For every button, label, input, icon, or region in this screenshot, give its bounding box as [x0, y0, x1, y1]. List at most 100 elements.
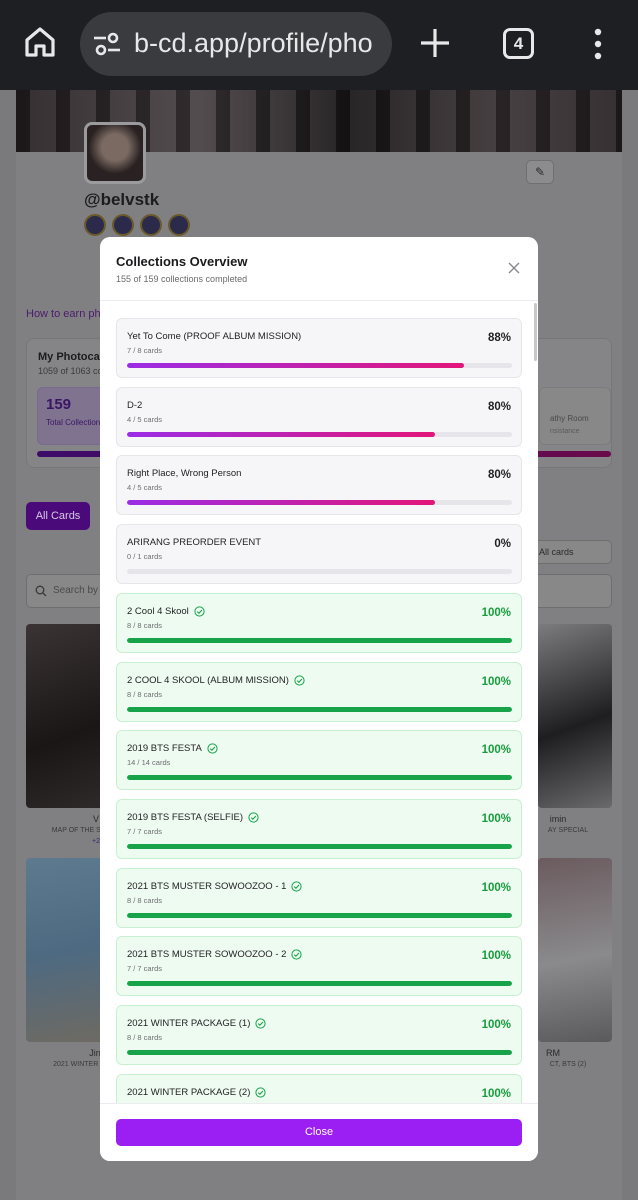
badge-icon[interactable]: [168, 214, 190, 236]
modal-header: Collections Overview 155 of 159 collecti…: [100, 237, 538, 301]
collection-progress-track: [127, 637, 512, 643]
collection-progress-fill: [127, 706, 512, 712]
badge-icon[interactable]: [140, 214, 162, 236]
collection-item[interactable]: ARIRANG PREORDER EVENT 0 / 1 cards 0%: [116, 524, 522, 585]
more-menu-icon[interactable]: [588, 26, 608, 62]
collection-name-text: 2021 BTS MUSTER SOWOOZOO - 1: [127, 880, 287, 892]
collection-percent: 100%: [481, 675, 511, 688]
collection-percent: 80%: [487, 469, 511, 482]
new-tab-icon[interactable]: [418, 26, 452, 60]
collection-item[interactable]: D-2 4 / 5 cards 80%: [116, 386, 522, 447]
tab-switcher-button[interactable]: 4: [503, 28, 534, 59]
collection-name-text: Right Place, Wrong Person: [127, 468, 242, 480]
collection-name: 2 Cool 4 Skool: [127, 606, 205, 617]
collection-percent: 100%: [481, 881, 511, 894]
collection-percent: 100%: [481, 812, 511, 825]
collection-card-count: 7 / 7 cards: [127, 826, 163, 836]
earn-photocards-link[interactable]: How to earn pho: [26, 308, 107, 320]
card-album: AY SPECIAL: [547, 827, 589, 834]
collection-item[interactable]: Right Place, Wrong Person 4 / 5 cards 80%: [116, 455, 522, 516]
modal-subtitle: 155 of 159 collections completed: [116, 274, 248, 284]
username: @belvstk: [84, 190, 160, 209]
collection-card-count: 4 / 5 cards: [127, 414, 163, 424]
all-cards-tab[interactable]: All Cards: [26, 502, 90, 530]
photocard-tile[interactable]: [26, 624, 106, 808]
address-bar[interactable]: b-cd.app/profile/pho: [80, 12, 392, 76]
collection-name: 2019 BTS FESTA (SELFIE): [127, 812, 259, 823]
collection-progress-track: [127, 1050, 512, 1055]
photocard-tile[interactable]: [538, 858, 612, 1042]
url-text[interactable]: b-cd.app/profile/pho: [134, 26, 384, 60]
check-circle-icon: [255, 1018, 266, 1029]
home-icon[interactable]: [22, 24, 58, 60]
avatar[interactable]: [84, 122, 146, 184]
collection-name: ARIRANG PREORDER EVENT: [127, 537, 261, 548]
total-collections-label: Total Collection: [46, 418, 101, 427]
collection-name: 2021 WINTER PACKAGE (2): [127, 1087, 266, 1098]
collection-progress-fill: [127, 1050, 512, 1055]
collection-percent: 100%: [481, 1019, 511, 1031]
collection-name: 2021 BTS MUSTER SOWOOZOO - 1: [127, 880, 303, 892]
collection-progress-track: [127, 569, 512, 575]
collection-progress-fill: [127, 981, 512, 987]
collection-item[interactable]: 2021 WINTER PACKAGE (2)8 / 8 cards100%: [116, 1073, 522, 1103]
collection-item[interactable]: 2019 BTS FESTA 14 / 14 cards 100%: [116, 730, 522, 791]
collection-item[interactable]: Yet To Come (PROOF ALBUM MISSION) 7 / 8 c…: [116, 318, 522, 378]
room-box-title: athy Room: [550, 414, 589, 423]
collection-name-text: 2 COOL 4 SKOOL (ALBUM MISSION): [127, 674, 289, 686]
collection-name-text: 2 Cool 4 Skool: [127, 605, 189, 617]
collection-progress-track: [127, 981, 512, 987]
room-box[interactable]: athy Room nsistance: [539, 387, 611, 445]
scrollbar[interactable]: [534, 303, 537, 361]
collection-name-text: 2021 WINTER PACKAGE (2): [127, 1086, 251, 1098]
badge-icon[interactable]: [84, 214, 106, 236]
collection-progress-fill: [127, 363, 464, 368]
collection-percent: 100%: [481, 1087, 511, 1100]
collection-card-count: 8 / 8 cards: [127, 895, 163, 905]
collection-card-count: 7 / 8 cards: [127, 346, 163, 355]
collection-progress-fill: [127, 637, 512, 643]
check-circle-icon: [207, 743, 218, 754]
search-icon: [35, 585, 47, 597]
collection-name: 2021 WINTER PACKAGE (1): [127, 1018, 266, 1029]
collection-name-text: D-2: [127, 399, 143, 411]
collections-overview-modal: Collections Overview 155 of 159 collecti…: [100, 237, 538, 1161]
collection-card-count: 7 / 7 cards: [127, 964, 163, 974]
edit-profile-button[interactable]: ✎: [526, 160, 554, 184]
check-circle-icon: [248, 812, 259, 823]
close-button[interactable]: Close: [116, 1119, 522, 1146]
badge-row: [84, 214, 196, 238]
collection-item[interactable]: 2021 BTS MUSTER SOWOOZOO - 2 7 / 7 cards 1…: [116, 936, 522, 997]
card-name: RM: [546, 1048, 560, 1058]
collection-card-count: 8 / 8 cards: [127, 620, 163, 630]
collection-progress-fill: [127, 431, 435, 437]
photocard-tile[interactable]: [26, 858, 106, 1042]
collection-progress-track: [127, 500, 512, 506]
collection-name-text: 2021 BTS MUSTER SOWOOZOO - 2: [127, 949, 287, 961]
collection-progress-fill: [127, 912, 512, 918]
collection-item[interactable]: 2 Cool 4 Skool 8 / 8 cards 100%: [116, 592, 522, 653]
collection-progress-track: [127, 706, 512, 712]
collection-list[interactable]: Yet To Come (PROOF ALBUM MISSION) 7 / 8 c…: [116, 301, 528, 1103]
collection-item[interactable]: 2019 BTS FESTA (SELFIE) 7 / 7 cards 100%: [116, 798, 522, 859]
collection-name-text: 2021 WINTER PACKAGE (1): [127, 1018, 251, 1030]
card-filter-select[interactable]: All cards: [532, 540, 612, 564]
collection-percent: 80%: [487, 400, 511, 413]
collection-card-count: 8 / 8 cards: [127, 689, 163, 699]
browser-toolbar: b-cd.app/profile/pho 4: [0, 0, 638, 90]
collection-name: 2021 BTS MUSTER SOWOOZOO - 2: [127, 949, 303, 961]
collection-card-count: 4 / 5 cards: [127, 483, 163, 493]
modal-title: Collections Overview: [116, 254, 248, 269]
collection-name-text: 2019 BTS FESTA: [127, 743, 202, 755]
close-icon[interactable]: [507, 261, 521, 275]
badge-icon[interactable]: [112, 214, 134, 236]
collection-item[interactable]: 2021 BTS MUSTER SOWOOZOO - 1 8 / 8 cards 1…: [116, 867, 522, 928]
total-collections-value: 159: [46, 396, 72, 413]
site-settings-icon[interactable]: [92, 30, 122, 58]
card-name: imin: [549, 814, 567, 824]
collection-item[interactable]: 2021 WINTER PACKAGE (1) 8 / 8 cards 100%: [116, 1005, 522, 1065]
collection-item[interactable]: 2 COOL 4 SKOOL (ALBUM MISSION) 8 / 8 card…: [116, 661, 522, 722]
photocard-tile[interactable]: [538, 624, 612, 808]
collection-name: Yet To Come (PROOF ALBUM MISSION): [127, 331, 301, 342]
collection-name-text: 2019 BTS FESTA (SELFIE): [127, 811, 243, 823]
